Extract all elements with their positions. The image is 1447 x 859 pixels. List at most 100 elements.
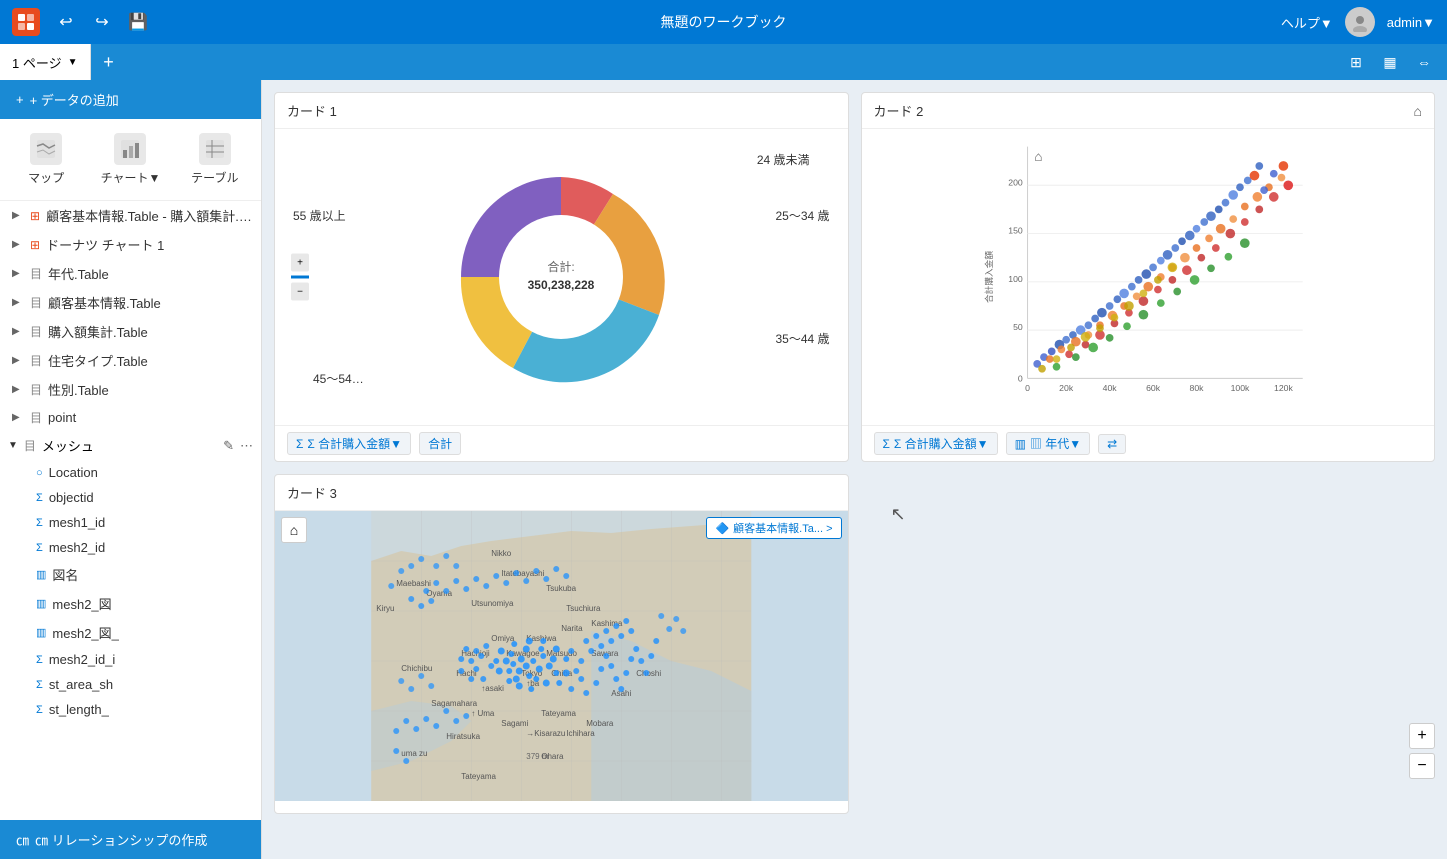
mesh-sub-mesh1id[interactable]: Σ mesh1_id — [0, 510, 261, 535]
svg-text:Nikko: Nikko — [491, 549, 512, 558]
svg-text:Tateyama: Tateyama — [541, 709, 576, 718]
card-2-home-icon[interactable]: ⌂ — [1414, 103, 1422, 119]
sidebar-tools: マップ チャート▼ テーブル — [0, 119, 261, 201]
help-link[interactable]: ヘルプ▼ — [1281, 13, 1333, 32]
tabbar: 1 ページ ▼ + ⊞ ▦ ⇔ — [0, 44, 1447, 80]
item-label-4: 購入額集計.Table — [48, 322, 253, 341]
map-view[interactable]: Chichibu Kiryu Oyama Utsunomiya Itatebay… — [275, 511, 848, 801]
map-tool-label: マップ — [28, 169, 64, 186]
page-tab[interactable]: 1 ページ ▼ — [0, 44, 91, 80]
donut-zoom-in[interactable]: + — [291, 254, 309, 272]
sidebar-item-3[interactable]: ▶ 目 顧客基本情報.Table — [0, 288, 261, 317]
location-label: Location — [49, 465, 253, 480]
sidebar-item-2[interactable]: ▶ 目 年代.Table — [0, 259, 261, 288]
content-area: カード 1 — [262, 80, 1447, 859]
card-2-body: 合計購入金額 0 50 100 150 200 0 20k 40k — [862, 129, 1435, 425]
card2-badge1[interactable]: Σ Σ 合計購入金額▼ — [874, 432, 998, 455]
split-button[interactable]: ⇔ — [1409, 47, 1439, 77]
map-tool[interactable]: マップ — [8, 127, 84, 192]
item-type-icon-0: ⊞ — [30, 209, 40, 223]
mesh-sub-zu[interactable]: ▥ 図名 — [0, 560, 261, 589]
svg-text:350,238,228: 350,238,228 — [528, 278, 595, 292]
sidebar-item-6[interactable]: ▶ 目 性別.Table — [0, 375, 261, 404]
starea-label: st_area_sh — [49, 677, 253, 692]
relation-icon: ㎝ — [16, 830, 29, 849]
svg-text:150: 150 — [1008, 226, 1023, 236]
map-home-button[interactable]: ⌂ — [281, 517, 307, 543]
chart-tool-label: チャート▼ — [101, 169, 161, 186]
sidebar-item-0[interactable]: ▶ ⊞ 顧客基本情報.Table - 購入額集計.Ta... — [0, 201, 261, 230]
create-relation-button[interactable]: ㎝ ㎝ リレーションシップの作成 — [0, 820, 261, 859]
mesh1id-icon: Σ — [36, 517, 43, 529]
sidebar-item-5[interactable]: ▶ 目 住宅タイプ.Table — [0, 346, 261, 375]
expand-icon-5: ▶ — [12, 355, 24, 366]
expand-icon-6: ▶ — [12, 384, 24, 395]
sidebar-item-7[interactable]: ▶ 目 point — [0, 404, 261, 431]
item-type-icon-2: 目 — [30, 265, 42, 282]
chart-tool[interactable]: チャート▼ — [92, 127, 168, 192]
undo-button[interactable]: ↩ — [52, 8, 80, 36]
card-3-header: カード 3 — [275, 475, 848, 511]
donut-zoom: + − — [291, 254, 309, 301]
card1-badge2[interactable]: 合計 — [419, 432, 461, 455]
card2-badge2[interactable]: ▥ ▥ 年代▼ — [1006, 432, 1091, 455]
item-type-icon-4: 目 — [30, 323, 42, 340]
add-data-button[interactable]: + + データの追加 — [0, 80, 261, 119]
zoom-out-button[interactable]: − — [1409, 753, 1435, 779]
svg-text:Kiryu: Kiryu — [376, 604, 394, 613]
item-type-icon-7: 目 — [30, 409, 42, 426]
table-tool[interactable]: テーブル — [177, 127, 253, 192]
app-title: 無題のワークブック — [661, 12, 787, 32]
mesh-edit-icon[interactable]: ✎ — [223, 438, 234, 454]
mesh-more-icon[interactable]: ⋯ — [240, 438, 253, 454]
svg-text:Sagamahara: Sagamahara — [431, 699, 477, 708]
expand-icon-0: ▶ — [12, 210, 24, 221]
redo-button[interactable]: ↪ — [88, 8, 116, 36]
mesh-section-header[interactable]: ▼ 目 メッシュ ✎ ⋯ — [0, 431, 261, 460]
mesh-sub-stlength[interactable]: Σ st_length_ — [0, 697, 261, 722]
mesh-sub-mesh2zu-[interactable]: ▥ mesh2_図_ — [0, 618, 261, 647]
mesh-sub-location[interactable]: ○ Location — [0, 460, 261, 485]
card1-badge1[interactable]: Σ Σ 合計購入金額▼ — [287, 432, 411, 455]
scatter-chart: 合計購入金額 0 50 100 150 200 0 20k 40k — [870, 137, 1427, 417]
page-tab-label: 1 ページ — [12, 53, 62, 72]
card-2-header: カード 2 ⌂ — [862, 93, 1435, 129]
item-type-icon-5: 目 — [30, 352, 42, 369]
expand-icon-4: ▶ — [12, 326, 24, 337]
mesh2zu--label: mesh2_図_ — [52, 623, 253, 642]
page-tab-arrow: ▼ — [68, 57, 78, 68]
label-35-44: 35〜44 歳 — [775, 330, 829, 347]
card1-badge2-label: 合計 — [428, 435, 452, 452]
map-layer-button[interactable]: 🔷 顧客基本情報.Ta... > — [706, 517, 841, 539]
zu-icon: ▥ — [36, 568, 46, 581]
mesh-sub-mesh2zu[interactable]: ▥ mesh2_図 — [0, 589, 261, 618]
mesh-sub-objectid[interactable]: Σ objectid — [0, 485, 261, 510]
grid-view-button[interactable]: ⊞ — [1341, 47, 1371, 77]
sidebar-item-1[interactable]: ▶ ⊞ ドーナツ チャート 1 — [0, 230, 261, 259]
svg-text:Utsunomiya: Utsunomiya — [471, 599, 514, 608]
mesh-sub-mesh2idi[interactable]: Σ mesh2_id_i — [0, 647, 261, 672]
svg-text:Maebashi: Maebashi — [396, 579, 431, 588]
donut-zoom-out[interactable]: − — [291, 283, 309, 301]
svg-text:0: 0 — [1025, 383, 1030, 393]
mesh-sub-starea[interactable]: Σ st_area_sh — [0, 672, 261, 697]
expand-icon-3: ▶ — [12, 297, 24, 308]
main-layout: + + データの追加 マップ チャート▼ テーブル — [0, 80, 1447, 859]
mesh-sub-mesh2id[interactable]: Σ mesh2_id — [0, 535, 261, 560]
card2-badge3[interactable]: ⇄ — [1098, 434, 1126, 454]
username-label[interactable]: admin▼ — [1387, 15, 1435, 30]
svg-text:50: 50 — [1013, 322, 1023, 332]
add-page-button[interactable]: + — [91, 44, 127, 80]
mesh2zu--icon: ▥ — [36, 626, 46, 639]
sidebar-item-4[interactable]: ▶ 目 購入額集計.Table — [0, 317, 261, 346]
save-button[interactable]: 💾 — [124, 8, 152, 36]
mesh-type-icon: 目 — [24, 437, 36, 454]
add-data-label: + データの追加 — [30, 90, 119, 109]
topbar-right: ヘルプ▼ admin▼ — [1281, 7, 1435, 37]
svg-text:↑asaki: ↑asaki — [481, 684, 504, 693]
svg-text:120k: 120k — [1274, 383, 1293, 393]
zoom-in-button[interactable]: + — [1409, 723, 1435, 749]
empty-area: ↖ — [861, 474, 1436, 814]
map-svg: Chichibu Kiryu Oyama Utsunomiya Itatebay… — [275, 511, 848, 801]
layout-button[interactable]: ▦ — [1375, 47, 1405, 77]
